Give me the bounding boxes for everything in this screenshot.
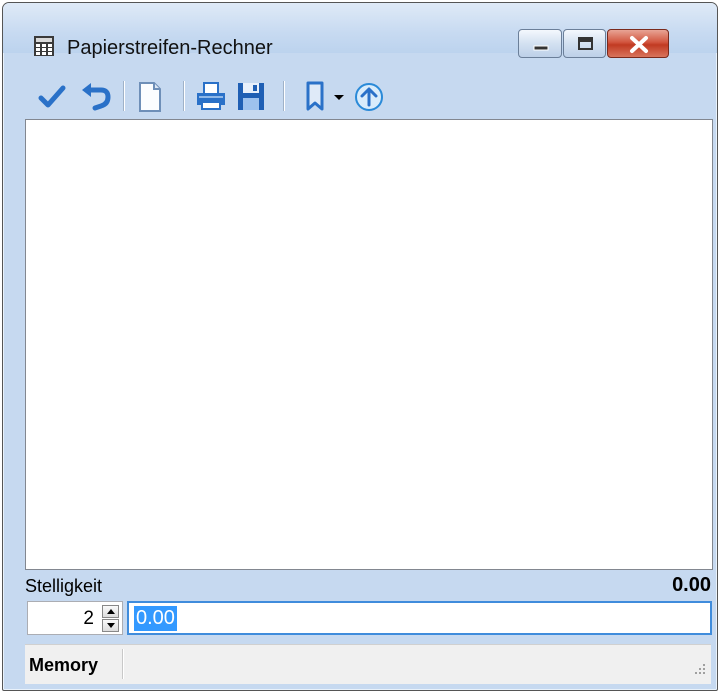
amount-input[interactable]: 0.00 [127,601,712,635]
decimal-places-stepper[interactable]: 2 [27,601,123,635]
memory-label: Memory [29,655,99,675]
minimize-icon [533,45,549,51]
maximize-button[interactable] [563,29,606,58]
printer-icon[interactable] [193,78,229,114]
paper-tape-area[interactable] [25,119,713,570]
close-button[interactable] [607,29,669,58]
arrow-up-circle-icon[interactable] [351,78,387,114]
toolbar-separator [183,81,184,111]
decimal-places-value: 2 [83,608,94,629]
total-value: 0.00 [672,574,711,596]
toolbar-separator [123,81,124,111]
status-divider [122,649,123,679]
calculator-icon[interactable] [33,35,55,62]
new-document-icon[interactable] [131,78,167,114]
stepper-up-button[interactable] [102,605,119,618]
amount-input-value: 0.00 [134,606,177,631]
minimize-button[interactable] [518,29,562,58]
resize-grip-icon[interactable] [693,662,707,681]
title-bar[interactable]: Papierstreifen-Rechner [3,3,717,59]
dropdown-arrow-icon[interactable] [327,78,351,114]
toolbar-separator [283,81,284,111]
close-icon [630,36,648,53]
toolbar [27,75,711,117]
stelligkeit-label: Stelligkeit [25,576,103,596]
app-window: Papierstreifen-Rechner Stelligkeit 0.00 … [2,2,718,691]
maximize-icon [578,37,593,50]
stepper-down-button[interactable] [102,619,119,632]
status-bar: Memory [25,644,711,684]
window-title: Papierstreifen-Rechner [67,37,273,59]
undo-icon[interactable] [77,78,113,114]
floppy-disk-icon[interactable] [233,78,269,114]
checkmark-icon[interactable] [35,78,71,114]
